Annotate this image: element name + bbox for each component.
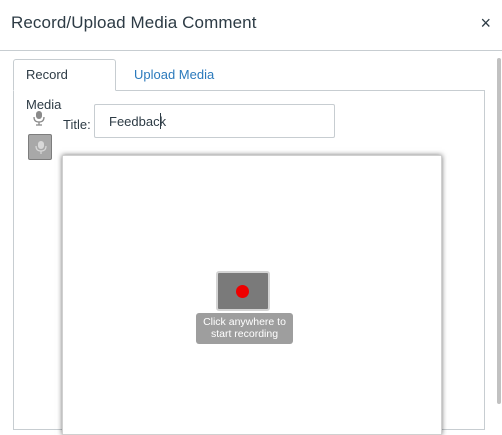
record-button[interactable] <box>216 271 270 311</box>
text-caret <box>160 113 161 129</box>
title-label: Title: <box>63 117 91 132</box>
scrollbar[interactable] <box>497 58 501 404</box>
dialog-title: Record/Upload Media Comment <box>11 13 257 32</box>
record-hint: Click anywhere to start recording <box>196 313 293 344</box>
record-dot-icon <box>236 285 249 298</box>
microphone-toggle-icon <box>35 141 47 154</box>
dialog-header: Record/Upload Media Comment × <box>0 0 502 51</box>
tab-record-media[interactable]: Record Media <box>13 59 116 112</box>
microphone-toggle-button[interactable] <box>28 134 52 160</box>
media-tabs: Record Media Upload Media <box>13 59 485 112</box>
close-icon[interactable]: × <box>480 12 491 34</box>
tab-upload-media[interactable]: Upload Media <box>121 59 227 91</box>
title-input[interactable] <box>94 104 335 138</box>
